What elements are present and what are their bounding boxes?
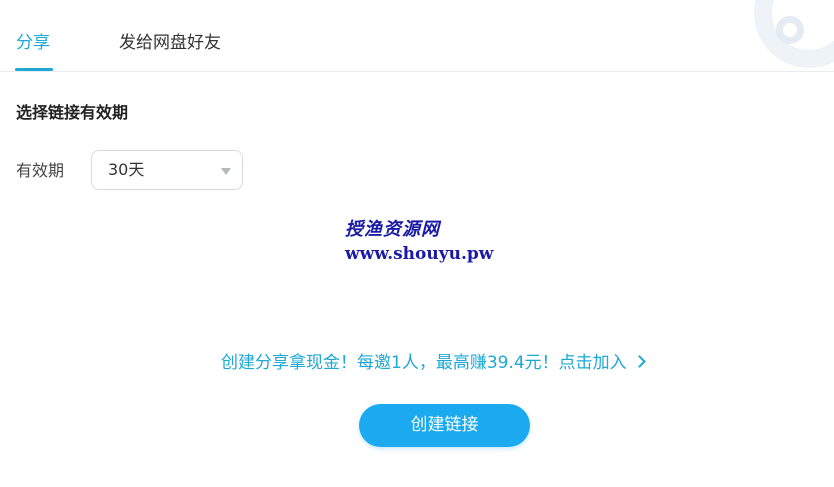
watermark-text: 授渔资源网 — [345, 219, 440, 240]
watermark: 授渔资源网 www.shouyu.pw — [345, 218, 505, 266]
caret-down-icon — [221, 168, 231, 175]
chevron-right-icon — [632, 355, 646, 368]
share-dialog: 分享 发给网盘好友 选择链接有效期 有效期 30天 授渔资源网 www.shou… — [0, 0, 834, 487]
tab-bar: 分享 发给网盘好友 — [0, 0, 834, 72]
validity-label: 有效期 — [16, 161, 65, 180]
tab-share[interactable]: 分享 — [16, 28, 50, 58]
validity-selected-value: 30天 — [108, 160, 145, 179]
watermark-url: www.shouyu.pw — [345, 244, 494, 264]
validity-select[interactable]: 30天 — [91, 150, 243, 190]
promo-text: 创建分享拿现金！每邀1人，最高赚39.4元！点击加入 — [221, 353, 627, 373]
promo-link[interactable]: 创建分享拿现金！每邀1人，最高赚39.4元！点击加入 — [221, 350, 646, 376]
create-link-button[interactable]: 创建链接 — [359, 404, 530, 447]
section-title: 选择链接有效期 — [16, 103, 129, 122]
active-tab-indicator — [15, 68, 53, 71]
tab-send-to-friends[interactable]: 发给网盘好友 — [119, 28, 221, 58]
